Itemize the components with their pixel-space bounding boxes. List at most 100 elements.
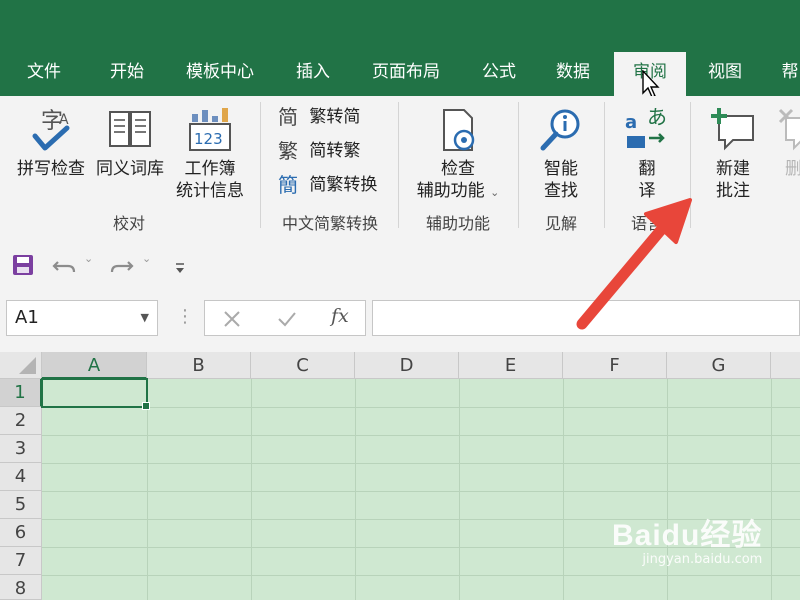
customize-toolbar-icon[interactable] [174, 254, 186, 284]
translate-icon: a あ [625, 106, 667, 148]
gridline [42, 491, 800, 492]
tab-template-center[interactable]: 模板中心 [176, 52, 264, 96]
gridline [251, 379, 252, 600]
formula-buttons: fx [204, 300, 366, 336]
insert-function-icon[interactable]: fx [331, 305, 349, 327]
select-all-triangle-icon [19, 357, 36, 374]
check-accessibility-button[interactable]: 检查 辅助功能 ⌄ [406, 106, 510, 204]
tab-view[interactable]: 视图 [692, 52, 758, 96]
check-accessibility-icon [443, 109, 475, 151]
simplified-to-traditional-label: 简转繁 [309, 141, 361, 161]
column-header-b[interactable]: B [147, 352, 251, 379]
row-header-4[interactable]: 4 [0, 463, 42, 491]
traditional-to-simplified-button[interactable]: 简 繁转简 [278, 102, 360, 132]
spelling-button[interactable]: 字 A 拼写检查 [14, 106, 88, 180]
tab-page-layout[interactable]: 页面布局 [362, 52, 450, 96]
new-comment-button[interactable]: 新建 批注 [700, 106, 766, 202]
check-accessibility-label-2: 辅助功能 ⌄ [416, 181, 500, 201]
workbook-statistics-icon: 123 [189, 108, 231, 151]
book-icon [109, 111, 151, 147]
chevron-down-icon: ⌄ [490, 186, 500, 199]
enter-check-icon[interactable] [277, 310, 297, 328]
smart-lookup-icon [540, 109, 580, 151]
simplified-to-traditional-button[interactable]: 繁 简转繁 [278, 136, 360, 166]
row-header-5[interactable]: 5 [0, 491, 42, 519]
gridline [42, 463, 800, 464]
svg-text:あ: あ [647, 106, 667, 129]
group-label-proofing: 校对 [112, 214, 145, 233]
check-accessibility-label-1: 检查 [441, 159, 475, 179]
delete-comment-label: 删除 [785, 159, 800, 179]
redo-dropdown-icon[interactable]: ⌄ [142, 252, 151, 265]
column-header-g[interactable]: G [667, 352, 771, 379]
tab-formulas[interactable]: 公式 [466, 52, 532, 96]
workbook-statistics-button[interactable]: 123 工作簿 统计信息 [170, 106, 250, 202]
tab-file[interactable]: 文件 [10, 52, 78, 96]
selected-cell-a1[interactable] [41, 378, 150, 410]
convert-to-simplified-icon: 简 [278, 105, 298, 129]
gridline [42, 435, 800, 436]
row-header-8[interactable]: 8 [0, 575, 42, 600]
row-header-7[interactable]: 7 [0, 547, 42, 575]
new-comment-label-1: 新建 [716, 159, 750, 179]
chinese-conversion-icon: 簡 [278, 173, 298, 197]
tab-data[interactable]: 数据 [540, 52, 606, 96]
new-comment-icon [711, 108, 754, 151]
row-header-3[interactable]: 3 [0, 435, 42, 463]
watermark-url: jingyan.baidu.com [642, 552, 763, 567]
workbook-stats-label-1: 工作簿 [184, 159, 236, 179]
name-box-dropdown-icon[interactable]: ▼ [141, 301, 149, 335]
smart-lookup-label-1: 智能 [544, 159, 578, 179]
save-icon[interactable] [12, 250, 34, 280]
translate-label-1: 翻 [638, 159, 656, 179]
annotation-arrow-icon [576, 198, 692, 330]
svg-text:a: a [625, 112, 637, 133]
fill-handle[interactable] [142, 402, 150, 410]
chinese-conversion-label: 简繁转换 [309, 175, 378, 195]
spell-check-icon: 字 A [32, 109, 70, 151]
new-comment-label-2: 批注 [716, 181, 750, 201]
name-box-value: A1 [15, 307, 39, 328]
redo-icon[interactable] [108, 250, 134, 280]
column-header-next[interactable] [771, 352, 800, 379]
group-label-accessibility: 辅助功能 [425, 214, 490, 233]
watermark: Baidu经验 jingyan.baidu.com [612, 510, 762, 567]
svg-text:123: 123 [194, 130, 223, 148]
gridline [355, 379, 356, 600]
traditional-to-simplified-label: 繁转简 [309, 107, 361, 127]
tab-insert[interactable]: 插入 [280, 52, 346, 96]
group-divider [398, 102, 399, 228]
delete-comment-button[interactable]: 删除 [772, 106, 800, 180]
cancel-icon[interactable] [223, 310, 241, 328]
gridline [42, 575, 800, 576]
column-header-c[interactable]: C [251, 352, 355, 379]
tab-home[interactable]: 开始 [94, 52, 160, 96]
row-header-6[interactable]: 6 [0, 519, 42, 547]
gridline [459, 379, 460, 600]
chinese-conversion-button[interactable]: 簡 简繁转换 [278, 170, 377, 200]
delete-comment-icon [778, 108, 800, 151]
tab-help[interactable]: 帮 [770, 52, 800, 96]
workbook-stats-label-2: 统计信息 [176, 181, 244, 201]
column-header-e[interactable]: E [459, 352, 563, 379]
column-header-f[interactable]: F [563, 352, 667, 379]
undo-icon[interactable] [52, 250, 78, 280]
column-header-d[interactable]: D [355, 352, 459, 379]
column-header-a[interactable]: A [42, 352, 147, 379]
name-box[interactable]: A1 ▼ [6, 300, 158, 336]
row-header-1[interactable]: 1 [0, 379, 42, 407]
group-label-chinese-conversion: 中文简繁转换 [281, 214, 378, 233]
translate-button[interactable]: a あ 翻 译 [614, 106, 680, 202]
row-header-2[interactable]: 2 [0, 407, 42, 435]
group-divider [260, 102, 261, 228]
gridline [147, 379, 148, 600]
smart-lookup-button[interactable]: 智能 查找 [528, 106, 594, 202]
thesaurus-button[interactable]: 同义词库 [92, 106, 168, 180]
group-divider [518, 102, 519, 228]
undo-dropdown-icon[interactable]: ⌄ [84, 252, 93, 265]
gridline [42, 407, 800, 408]
select-all-button[interactable] [0, 352, 42, 379]
spelling-label: 拼写检查 [17, 159, 85, 179]
drag-handle-icon[interactable]: ⋮ [176, 306, 194, 327]
gridline [563, 379, 564, 600]
